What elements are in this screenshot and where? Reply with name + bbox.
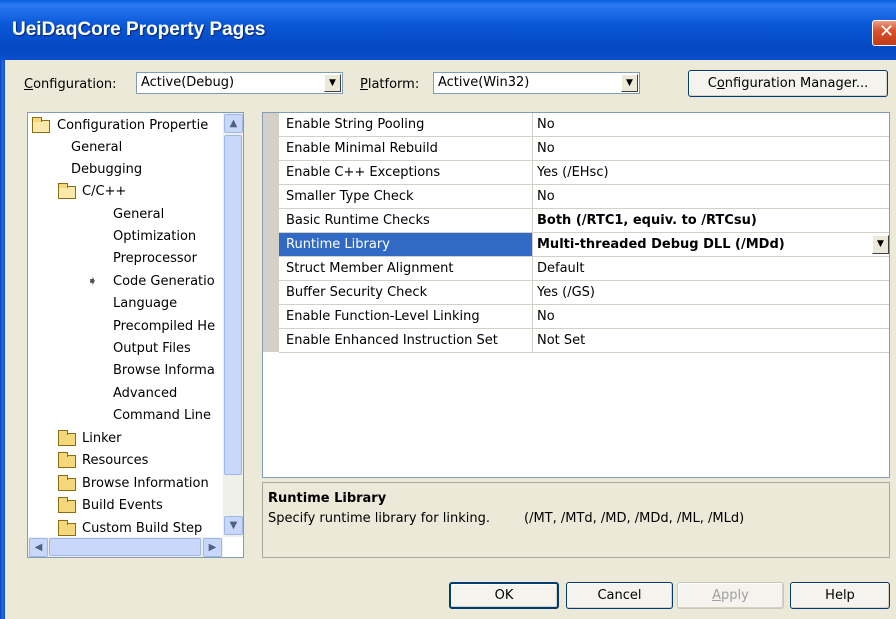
description-options: (/MT, /MTd, /MD, /MDd, /ML, /MLd) bbox=[524, 511, 745, 526]
tree-item-command-line[interactable]: Command Line bbox=[113, 405, 211, 427]
tree-item-browse-information[interactable]: Browse Informa bbox=[113, 360, 215, 382]
description-panel: Runtime Library Specify runtime library … bbox=[262, 482, 890, 558]
ok-button[interactable]: OK bbox=[449, 582, 559, 609]
close-icon: ✕ bbox=[879, 21, 895, 42]
folder-icon bbox=[58, 475, 76, 491]
scroll-up-icon[interactable]: ▲ bbox=[224, 114, 243, 133]
property-row[interactable]: Enable Function-Level Linking No bbox=[279, 305, 889, 329]
scroll-thumb[interactable] bbox=[49, 538, 201, 556]
tree-vertical-scrollbar[interactable]: ▲ ▼ bbox=[223, 113, 243, 537]
folder-icon bbox=[58, 520, 76, 536]
runtime-library-value[interactable]: Multi-threaded Debug DLL (/MDd) bbox=[534, 233, 889, 256]
tree-item-advanced[interactable]: Advanced bbox=[113, 383, 177, 405]
selected-arrow-icon: ➧ bbox=[87, 274, 98, 289]
chevron-down-icon[interactable]: ▼ bbox=[324, 74, 341, 92]
scroll-left-icon[interactable]: ◀ bbox=[29, 538, 48, 557]
tree-item-optimization[interactable]: Optimization bbox=[113, 226, 196, 248]
folder-open-icon bbox=[32, 117, 50, 133]
folder-open-icon bbox=[58, 183, 76, 199]
tree-item-preprocessor[interactable]: Preprocessor bbox=[113, 248, 197, 270]
property-row[interactable]: Struct Member Alignment Default bbox=[279, 257, 889, 281]
property-row[interactable]: Enable Minimal Rebuild No bbox=[279, 137, 889, 161]
scroll-thumb[interactable] bbox=[224, 135, 242, 475]
configuration-label: Configuration: bbox=[24, 77, 117, 92]
folder-icon bbox=[58, 497, 76, 513]
configuration-select[interactable]: Active(Debug) ▼ bbox=[136, 72, 343, 94]
property-row[interactable]: Enable C++ Exceptions Yes (/EHsc) bbox=[279, 161, 889, 185]
chevron-down-icon[interactable]: ▼ bbox=[872, 235, 889, 254]
configuration-manager-button[interactable]: Configuration Manager... bbox=[688, 70, 888, 97]
property-row[interactable]: Basic Runtime Checks Both (/RTC1, equiv.… bbox=[279, 209, 889, 233]
tree-item-general[interactable]: General bbox=[71, 137, 122, 159]
property-grid[interactable]: Enable String Pooling No Enable Minimal … bbox=[262, 112, 890, 478]
help-button[interactable]: Help bbox=[790, 582, 890, 609]
tree-item-language[interactable]: Language bbox=[113, 293, 177, 315]
platform-label: Platform: bbox=[360, 77, 420, 92]
title-bar[interactable]: UeiDaqCore Property Pages ✕ bbox=[0, 0, 896, 60]
configuration-value: Active(Debug) bbox=[141, 75, 235, 90]
property-row[interactable]: Buffer Security Check Yes (/GS) bbox=[279, 281, 889, 305]
close-button[interactable]: ✕ bbox=[872, 20, 896, 46]
window-frame-left bbox=[0, 60, 5, 619]
apply-button[interactable]: Apply bbox=[677, 582, 784, 609]
folder-icon bbox=[58, 452, 76, 468]
property-row[interactable]: Enable String Pooling No bbox=[279, 113, 889, 137]
property-tree[interactable]: Configuration Propertie General Debuggin… bbox=[27, 112, 244, 558]
scroll-down-icon[interactable]: ▼ bbox=[224, 516, 243, 535]
tree-item-debugging[interactable]: Debugging bbox=[71, 159, 142, 181]
property-row[interactable]: Smaller Type Check No bbox=[279, 185, 889, 209]
description-title: Runtime Library bbox=[268, 491, 387, 506]
property-row-selected[interactable]: Runtime Library Multi-threaded Debug DLL… bbox=[279, 233, 889, 257]
window-title: UeiDaqCore Property Pages bbox=[12, 19, 266, 40]
platform-select[interactable]: Active(Win32) ▼ bbox=[433, 72, 640, 94]
property-row[interactable]: Enable Enhanced Instruction Set Not Set bbox=[279, 329, 889, 353]
tree-horizontal-scrollbar[interactable]: ◀ ▶ bbox=[28, 537, 223, 557]
folder-icon bbox=[58, 430, 76, 446]
description-text: Specify runtime library for linking. bbox=[268, 511, 490, 526]
scroll-right-icon[interactable]: ▶ bbox=[203, 538, 222, 557]
chevron-down-icon[interactable]: ▼ bbox=[621, 74, 638, 92]
tree-item-precompiled-headers[interactable]: Precompiled He bbox=[113, 316, 215, 338]
cancel-button[interactable]: Cancel bbox=[566, 582, 673, 609]
tree-item-cpp-general[interactable]: General bbox=[113, 204, 164, 226]
tree-item-output-files[interactable]: Output Files bbox=[113, 338, 191, 360]
platform-value: Active(Win32) bbox=[438, 75, 530, 90]
grid-gutter bbox=[263, 113, 279, 352]
